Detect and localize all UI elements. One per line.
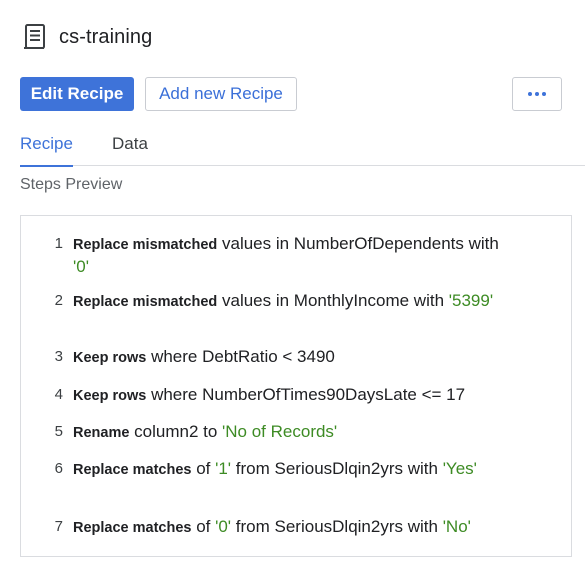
step-action-keyword: Replace matches bbox=[73, 462, 192, 478]
step-action-keyword: Replace mismatched bbox=[73, 237, 218, 253]
more-horizontal-icon bbox=[528, 92, 546, 96]
step-description: Replace mismatched values in NumberOfDep… bbox=[73, 233, 503, 278]
step-description: Replace matches of '0' from SeriousDlqin… bbox=[73, 516, 503, 539]
step-action-keyword: Rename bbox=[73, 425, 130, 441]
step-text-fragment: where DebtRatio < 3490 bbox=[146, 347, 335, 366]
recipe-step[interactable]: 4 Keep rows where NumberOfTimes90DaysLate… bbox=[21, 384, 571, 407]
edit-recipe-button[interactable]: Edit Recipe bbox=[20, 77, 134, 111]
step-text-fragment: values in MonthlyIncome with bbox=[217, 291, 449, 310]
toolbar: Edit Recipe Add new Recipe bbox=[20, 77, 572, 112]
step-number: 6 bbox=[54, 460, 63, 477]
recipe-step[interactable]: 3 Keep rows where DebtRatio < 3490 bbox=[21, 346, 571, 369]
step-action-keyword: Replace matches bbox=[73, 520, 192, 536]
tab-recipe[interactable]: Recipe bbox=[20, 134, 73, 167]
header: cs-training bbox=[20, 22, 152, 52]
step-text-fragment: from SeriousDlqin2yrs with bbox=[231, 517, 443, 536]
step-number: 7 bbox=[54, 518, 63, 535]
step-description: Keep rows where DebtRatio < 3490 bbox=[73, 346, 503, 369]
recipe-step[interactable]: 7 Replace matches of '0' from SeriousDlqi… bbox=[21, 516, 571, 539]
step-action-keyword: Replace mismatched bbox=[73, 294, 218, 310]
page-title: cs-training bbox=[59, 25, 153, 48]
recipe-icon bbox=[20, 22, 50, 52]
step-action-keyword: Keep rows bbox=[73, 350, 147, 366]
recipe-step[interactable]: 6 Replace matches of '1' from SeriousDlqi… bbox=[21, 458, 571, 481]
step-text-fragment: column2 to bbox=[129, 422, 223, 441]
add-new-recipe-button[interactable]: Add new Recipe bbox=[145, 77, 297, 111]
step-string-value: 'No of Records' bbox=[222, 422, 338, 441]
step-action-keyword: Keep rows bbox=[73, 388, 147, 404]
step-text-fragment: values in NumberOfDependents with bbox=[217, 234, 499, 253]
step-text-fragment: from SeriousDlqin2yrs with bbox=[231, 459, 443, 478]
step-number: 1 bbox=[54, 235, 63, 252]
tab-bar: Recipe Data bbox=[20, 128, 585, 167]
recipe-step[interactable]: 5 Rename column2 to 'No of Records' bbox=[21, 421, 571, 444]
step-number: 5 bbox=[54, 423, 63, 440]
step-number: 2 bbox=[54, 292, 63, 309]
step-text-fragment: where NumberOfTimes90DaysLate <= 17 bbox=[146, 385, 466, 404]
recipe-step[interactable]: 2 Replace mismatched values in MonthlyInc… bbox=[21, 290, 571, 313]
step-text-fragment: of bbox=[191, 459, 216, 478]
step-description: Replace mismatched values in MonthlyInco… bbox=[73, 290, 503, 313]
step-description: Keep rows where NumberOfTimes90DaysLate … bbox=[73, 384, 503, 407]
step-string-value: '5399' bbox=[448, 291, 494, 310]
step-description: Replace matches of '1' from SeriousDlqin… bbox=[73, 458, 503, 481]
step-description: Rename column2 to 'No of Records' bbox=[73, 421, 503, 444]
step-string-value: 'No' bbox=[442, 517, 471, 536]
steps-preview-label: Steps Preview bbox=[20, 176, 123, 193]
step-string-value: 'Yes' bbox=[442, 459, 477, 478]
more-options-button[interactable] bbox=[512, 77, 562, 111]
steps-panel: 1 Replace mismatched values in NumberOfDe… bbox=[20, 215, 572, 557]
tab-data[interactable]: Data bbox=[112, 134, 148, 166]
step-string-value: '1' bbox=[215, 459, 232, 478]
step-string-value: '0' bbox=[73, 257, 89, 276]
step-text-fragment: of bbox=[191, 517, 216, 536]
step-string-value: '0' bbox=[215, 517, 232, 536]
recipe-step[interactable]: 1 Replace mismatched values in NumberOfDe… bbox=[21, 233, 571, 278]
step-number: 3 bbox=[54, 348, 63, 365]
step-number: 4 bbox=[54, 386, 63, 403]
